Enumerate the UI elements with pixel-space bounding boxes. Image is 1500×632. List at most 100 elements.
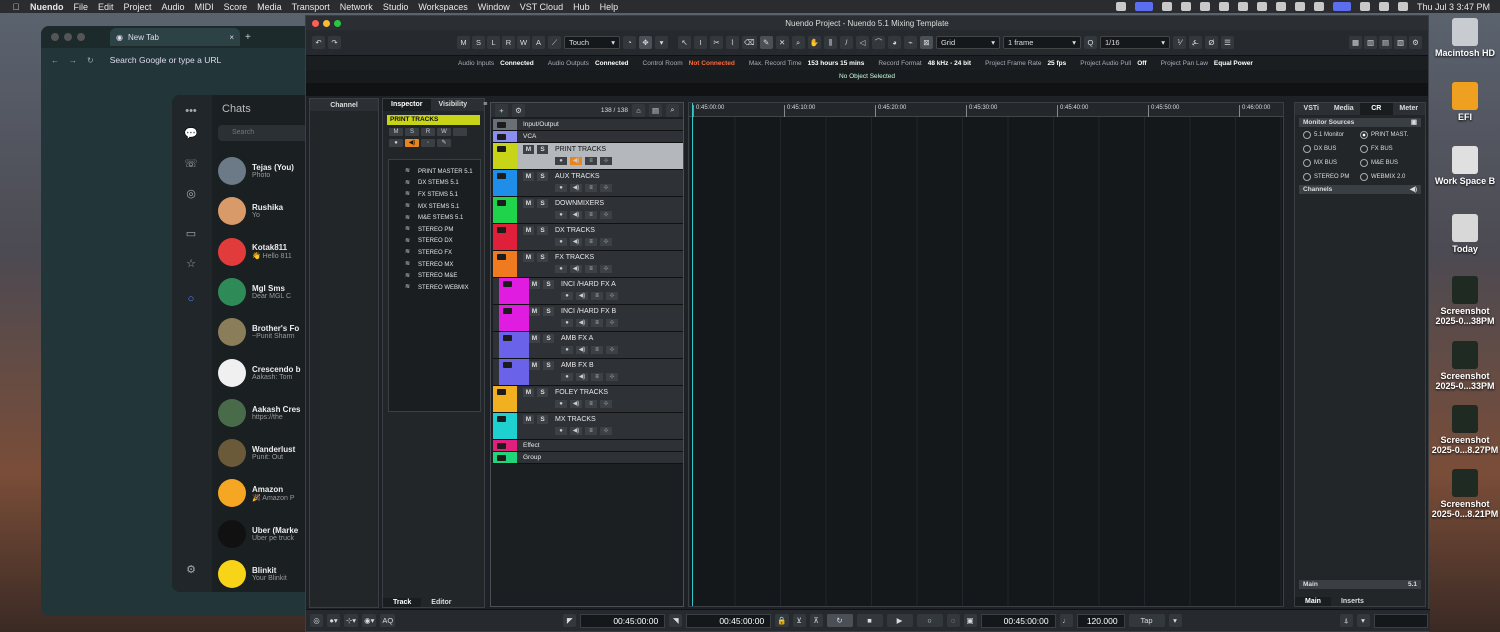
- record-icon[interactable]: ●: [555, 427, 567, 435]
- tab-inspector[interactable]: Inspector: [383, 99, 431, 111]
- tempo-field[interactable]: 120.000: [1076, 613, 1125, 628]
- solo-button[interactable]: S: [543, 280, 554, 289]
- status-icon[interactable]: [1115, 2, 1126, 11]
- mute-button[interactable]: M: [523, 253, 534, 262]
- record-icon[interactable]: ●: [389, 139, 403, 147]
- omnibox[interactable]: Search Google or type a URL: [110, 55, 222, 65]
- record-icon[interactable]: ●: [555, 265, 567, 273]
- right-locator-time[interactable]: 00:45:00:00: [686, 613, 772, 628]
- menu-network[interactable]: Network: [340, 2, 373, 12]
- layout-icon[interactable]: ▦: [1349, 36, 1362, 49]
- calls-icon[interactable]: ☏: [184, 157, 198, 171]
- close-icon[interactable]: [312, 19, 319, 27]
- punch-icon[interactable]: ⊹▾: [344, 614, 359, 627]
- minimize-icon[interactable]: [64, 33, 72, 41]
- inspector-track-name[interactable]: PRINT TRACKS: [387, 115, 480, 125]
- track-row[interactable]: DOWNMIXERS M S ● ◀) ≡ ⊹: [493, 197, 683, 224]
- comp-tool-icon[interactable]: ⫼: [823, 36, 837, 49]
- tab-main[interactable]: Main: [1295, 597, 1331, 606]
- solo-button[interactable]: S: [537, 145, 548, 154]
- edit-icon[interactable]: [453, 128, 467, 136]
- chat-item[interactable]: Wanderlust Punit: Out: [218, 433, 312, 473]
- desktop-item[interactable]: Screenshot 2025-0...8.27PM: [1430, 405, 1500, 455]
- chevron-down-icon[interactable]: ▾: [1356, 614, 1370, 627]
- mute-button[interactable]: M: [529, 361, 540, 370]
- bluetooth-icon[interactable]: [1313, 2, 1324, 11]
- left-locator-time[interactable]: 00:45:00:00: [580, 613, 666, 628]
- add-track-icon[interactable]: +: [495, 103, 508, 117]
- range-tool-icon[interactable]: I: [694, 36, 707, 49]
- desktop-item[interactable]: Screenshot 2025-0...38PM: [1430, 276, 1500, 326]
- monitor-source-radio[interactable]: M&E BUS: [1360, 159, 1417, 167]
- draw-tool-icon[interactable]: ✎: [759, 36, 773, 49]
- mute-button[interactable]: M: [523, 145, 534, 154]
- home-icon[interactable]: ⌂: [632, 103, 645, 117]
- track-row[interactable]: FX TRACKS M S ● ◀) ≡ ⊹: [493, 251, 683, 278]
- monitor-source-radio[interactable]: 5.1 Monitor: [1303, 131, 1360, 139]
- monitor-icon[interactable]: ◀): [576, 319, 588, 327]
- folder-subtrack[interactable]: ≋ STEREO MX: [389, 259, 480, 271]
- edit-icon[interactable]: ⊹: [606, 292, 618, 300]
- mute-button[interactable]: M: [529, 334, 540, 343]
- solo-button[interactable]: S: [537, 388, 548, 397]
- folder-subtrack[interactable]: ≋ MX STEMS 5.1: [389, 201, 480, 213]
- wifi-icon[interactable]: [1359, 2, 1370, 11]
- back-icon[interactable]: ←: [51, 56, 59, 65]
- global-m-button[interactable]: M: [457, 36, 470, 49]
- monitor-source-radio[interactable]: PRINT MAST.: [1360, 131, 1417, 139]
- folder-subtrack[interactable]: ≋ PRINT MASTER 5.1: [389, 166, 480, 178]
- tap-button[interactable]: Tap: [1128, 614, 1165, 627]
- tab-cr[interactable]: CR: [1360, 103, 1393, 115]
- right-zone-icon[interactable]: ▧: [1394, 36, 1407, 49]
- ruler[interactable]: 0:45:00:00 0:45:10:00 0:45:20:00 0:45:30:00…: [689, 103, 1283, 117]
- inspector-r-button[interactable]: R: [421, 128, 435, 136]
- setup-icon[interactable]: ⚙: [1409, 36, 1422, 49]
- monitor-source-radio[interactable]: WEBMIX 2.0: [1360, 173, 1417, 181]
- edit-icon[interactable]: ⊹: [600, 265, 612, 273]
- chat-item[interactable]: Aakash Cres https://the: [218, 393, 312, 433]
- stop-button[interactable]: ■: [856, 614, 883, 627]
- status-icon[interactable]: [1237, 2, 1248, 11]
- lanes-icon[interactable]: ≡: [585, 427, 597, 435]
- metronome-icon[interactable]: ◌: [946, 614, 960, 627]
- edit-icon[interactable]: ⊹: [600, 211, 612, 219]
- visibility-icon[interactable]: ▤: [649, 103, 662, 117]
- record-icon[interactable]: ●: [561, 346, 573, 354]
- lanes-icon[interactable]: ≡: [591, 292, 603, 300]
- status-item[interactable]: Audio Inputs Connected: [458, 60, 534, 67]
- meta-ai-icon[interactable]: ○: [184, 293, 198, 307]
- zoom-icon[interactable]: [334, 19, 341, 27]
- forward-icon[interactable]: →: [69, 56, 77, 65]
- chat-item[interactable]: Crescendo b Aakash: Tom: [218, 353, 312, 393]
- teams-icon[interactable]: [1332, 2, 1351, 11]
- menu-app[interactable]: Nuendo: [30, 2, 64, 12]
- chat-item[interactable]: Amazon 🎉 Amazon P: [218, 473, 312, 513]
- monitor-icon[interactable]: ◀): [570, 184, 582, 192]
- cloud-icon[interactable]: [1218, 2, 1229, 11]
- edit-icon[interactable]: ⊹: [600, 157, 612, 165]
- menu-hub[interactable]: Hub: [573, 2, 590, 12]
- control-center-icon[interactable]: [1397, 2, 1408, 11]
- solo-button[interactable]: S: [537, 226, 548, 235]
- grammarly-icon[interactable]: [1180, 2, 1191, 11]
- monitor-icon[interactable]: ◀): [576, 373, 588, 381]
- lock-icon[interactable]: ◦: [421, 139, 435, 147]
- zoom-tool-icon[interactable]: ⌕: [791, 36, 805, 49]
- punch-out-icon[interactable]: ⊼: [809, 614, 823, 627]
- left-zone-icon[interactable]: ▥: [1364, 36, 1377, 49]
- activity-icon[interactable]: ◎: [310, 614, 323, 627]
- zoom-icon[interactable]: [77, 33, 85, 41]
- track-row[interactable]: VCA: [493, 131, 683, 143]
- menu-project[interactable]: Project: [124, 2, 152, 12]
- tempo-icon[interactable]: ♩: [1059, 614, 1073, 627]
- lanes-icon[interactable]: ≡: [585, 211, 597, 219]
- track-row[interactable]: DX TRACKS M S ● ◀) ≡ ⊹: [493, 224, 683, 251]
- automation-mode-select[interactable]: Touch ▾: [564, 36, 620, 49]
- punch-in-icon[interactable]: ⊻: [792, 614, 806, 627]
- project-cursor[interactable]: [692, 103, 693, 606]
- track-row[interactable]: AMB FX A M S ● ◀) ≡ ⊹: [493, 332, 683, 359]
- channel-tab[interactable]: Channel: [310, 99, 378, 111]
- line-tool-icon[interactable]: /: [839, 36, 853, 49]
- record-icon[interactable]: ●: [561, 319, 573, 327]
- track-row[interactable]: INCI /HARD FX B M S ● ◀) ≡ ⊹: [493, 305, 683, 332]
